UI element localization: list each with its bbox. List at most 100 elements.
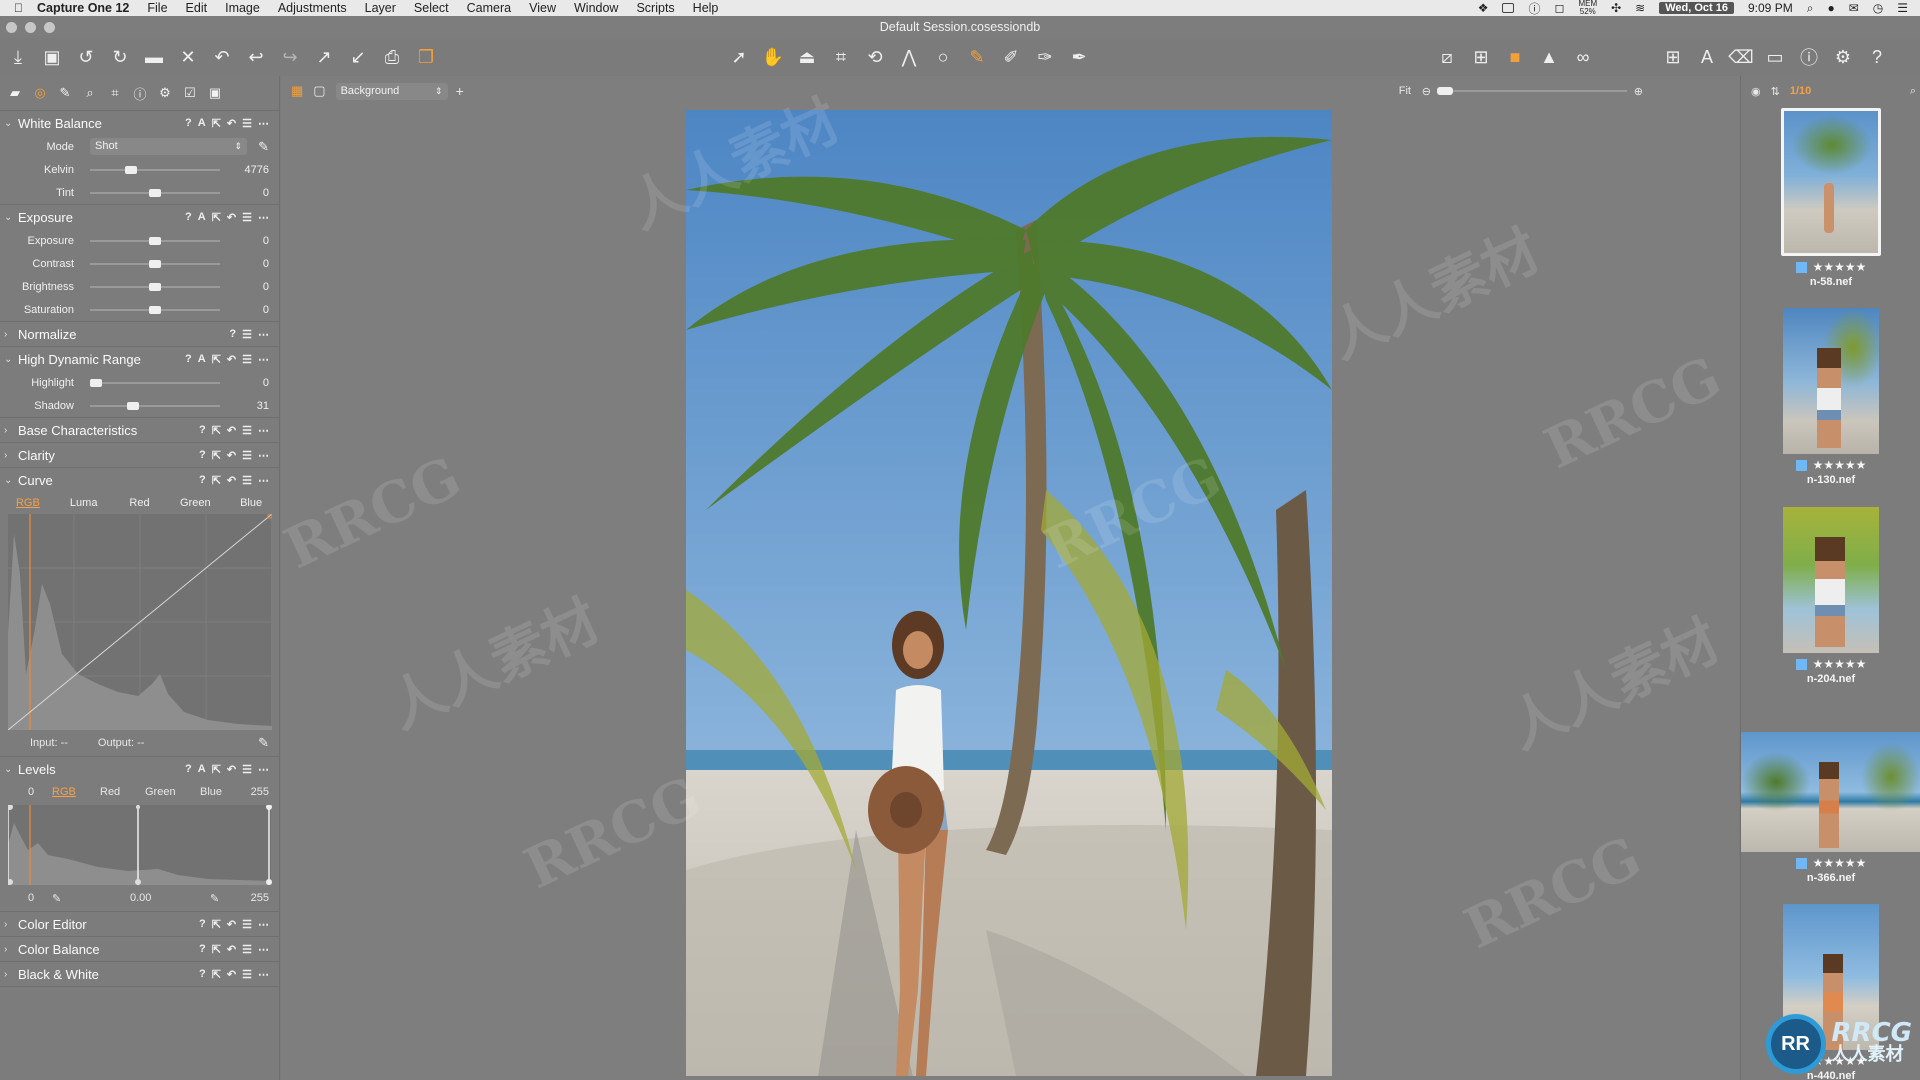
apply-adjustments-icon[interactable]: ↙ xyxy=(345,44,371,70)
menu-adjustments[interactable]: Adjustments xyxy=(269,1,356,15)
folder-move-icon[interactable]: ▬ xyxy=(141,44,167,70)
chevron-right-icon[interactable]: › xyxy=(4,425,16,436)
black-white-header[interactable]: › Black & White ? ⇱ ↶ ☰ ⋯ xyxy=(0,962,279,986)
menu-image[interactable]: Image xyxy=(216,1,269,15)
thumbnail-image[interactable] xyxy=(1781,108,1881,256)
presets-icon[interactable]: ☰ xyxy=(242,328,252,341)
output-tab-icon[interactable]: ⚙ xyxy=(156,84,174,102)
help-icon[interactable]: ? xyxy=(199,424,206,437)
copy-apply-icon[interactable]: ⇱ xyxy=(212,353,221,366)
copy-adjustments-icon[interactable]: ↗ xyxy=(311,44,337,70)
color-editor-header[interactable]: › Color Editor ? ⇱ ↶ ☰ ⋯ xyxy=(0,912,279,936)
wb-picker-icon[interactable]: ✎ xyxy=(258,139,269,155)
apple-icon[interactable]:  xyxy=(14,1,23,15)
rotate-left-icon[interactable]: ↺ xyxy=(73,44,99,70)
wechat-icon[interactable]: ✉ xyxy=(1849,1,1859,15)
base-characteristics-header[interactable]: › Base Characteristics ? ⇱ ↶ ☰ ⋯ xyxy=(0,418,279,442)
presets-icon[interactable]: ☰ xyxy=(242,474,252,487)
help-icon[interactable]: ? xyxy=(199,474,206,487)
more-icon[interactable]: ⋯ xyxy=(258,211,269,224)
text-annotation-icon[interactable]: A xyxy=(1694,44,1720,70)
exposure-value[interactable]: 0 xyxy=(263,235,269,247)
levels-tab-red[interactable]: Red xyxy=(100,786,120,798)
menu-select[interactable]: Select xyxy=(405,1,458,15)
menu-help[interactable]: Help xyxy=(684,1,728,15)
chevron-down-icon[interactable]: ⌄ xyxy=(4,764,16,775)
exposure-header[interactable]: ⌄ Exposure ? A ⇱ ↶ ☰ ⋯ xyxy=(0,205,279,229)
levels-output-high[interactable]: 255 xyxy=(251,892,269,904)
reset-icon[interactable]: ↶ xyxy=(227,353,236,366)
add-layer-icon[interactable]: + xyxy=(456,83,464,99)
zoom-slider[interactable] xyxy=(1437,87,1627,95)
reset-icon[interactable]: ↶ xyxy=(227,918,236,931)
import-icon[interactable]: ⤓ xyxy=(5,44,31,70)
chevron-right-icon[interactable]: › xyxy=(4,329,16,340)
search-icon[interactable]: ⌕ xyxy=(1910,85,1916,98)
copy-apply-icon[interactable]: ⇱ xyxy=(212,943,221,956)
kelvin-knob[interactable] xyxy=(125,166,138,174)
reset-icon[interactable]: ↶ xyxy=(227,211,236,224)
reset-icon[interactable]: ↶ xyxy=(227,117,236,130)
thumbnail-4[interactable]: ★★★★★ n-366.nef xyxy=(1741,732,1920,884)
picker-icon[interactable]: ✒ xyxy=(1066,44,1092,70)
select-cursor-icon[interactable]: ➚ xyxy=(726,44,752,70)
chevron-right-icon[interactable]: › xyxy=(4,450,16,461)
levels-header[interactable]: ⌄ Levels ? A ⇱ ↶ ☰ ⋯ xyxy=(0,757,279,781)
highlight-track[interactable] xyxy=(90,379,220,387)
date-display[interactable]: Wed, Oct 16 xyxy=(1659,2,1734,14)
auto-icon[interactable]: A xyxy=(198,353,206,366)
help-icon[interactable]: ? xyxy=(185,117,192,130)
copy-apply-icon[interactable]: ⇱ xyxy=(212,117,221,130)
local-adjust-tab-icon[interactable]: ✎ xyxy=(56,84,74,102)
menu-camera[interactable]: Camera xyxy=(458,1,520,15)
star-rating[interactable]: ★★★★★ xyxy=(1813,856,1867,870)
clock-time[interactable]: 9:09 PM xyxy=(1748,1,1793,15)
info-icon[interactable]: ⓘ xyxy=(1528,0,1540,17)
more-icon[interactable]: ⋯ xyxy=(258,968,269,981)
crop-icon[interactable]: ⌗ xyxy=(828,44,854,70)
presets-icon[interactable]: ☰ xyxy=(242,353,252,366)
chat-icon[interactable]: ◻ xyxy=(1554,1,1564,15)
metadata-tab-icon[interactable]: ⓘ xyxy=(131,84,149,102)
white-balance-header[interactable]: ⌄ White Balance ? A ⇱ ↶ ☰ ⋯ xyxy=(0,111,279,135)
brightness-value[interactable]: 0 xyxy=(263,281,269,293)
thumbnail-image[interactable] xyxy=(1741,732,1920,852)
menu-edit[interactable]: Edit xyxy=(177,1,217,15)
presets-icon[interactable]: ☰ xyxy=(242,211,252,224)
presets-icon[interactable]: ☰ xyxy=(242,943,252,956)
kelvin-value[interactable]: 4776 xyxy=(245,164,269,176)
contrast-track[interactable] xyxy=(90,260,220,268)
rotate-right-icon[interactable]: ↻ xyxy=(107,44,133,70)
tint-track[interactable] xyxy=(90,189,220,197)
loupe-icon[interactable]: ⏏ xyxy=(794,44,820,70)
auto-icon[interactable]: A xyxy=(198,211,206,224)
help-icon[interactable]: ? xyxy=(199,449,206,462)
curve-tab-rgb[interactable]: RGB xyxy=(0,497,56,509)
chevron-down-icon[interactable]: ⌄ xyxy=(4,212,16,223)
tint-value[interactable]: 0 xyxy=(263,187,269,199)
details-tab-icon[interactable]: ⌕ xyxy=(81,84,99,102)
browser-grid-icon[interactable]: ⊞ xyxy=(1660,44,1686,70)
curve-tab-luma[interactable]: Luma xyxy=(56,497,112,509)
chevron-right-icon[interactable]: › xyxy=(4,919,16,930)
curve-tab-red[interactable]: Red xyxy=(112,497,168,509)
settings-gear-icon[interactable]: ⚙ xyxy=(1830,44,1856,70)
thumbnail-2[interactable]: ★★★★★ n-130.nef xyxy=(1741,308,1920,486)
color-tag[interactable] xyxy=(1795,658,1807,670)
eye-icon[interactable]: ◉ xyxy=(1751,85,1761,98)
levels-tab-green[interactable]: Green xyxy=(145,786,176,798)
saturation-value[interactable]: 0 xyxy=(263,304,269,316)
multi-view-icon[interactable]: ▦ xyxy=(291,83,303,99)
zoom-out-icon[interactable]: ⊖ xyxy=(1422,85,1431,98)
library-tab-icon[interactable]: ▰ xyxy=(6,84,24,102)
more-icon[interactable]: ⋯ xyxy=(258,117,269,130)
main-photo[interactable] xyxy=(686,110,1332,1076)
reset-icon[interactable]: ↶ xyxy=(209,44,235,70)
sort-icon[interactable]: ⇅ xyxy=(1771,85,1780,98)
capture-camera-icon[interactable]: ▣ xyxy=(39,44,65,70)
saturation-knob[interactable] xyxy=(149,306,161,314)
presets-icon[interactable]: ☰ xyxy=(242,918,252,931)
process-icon[interactable]: ❐ xyxy=(413,44,439,70)
color-tab-icon[interactable]: ◎ xyxy=(31,84,49,102)
hdr-header[interactable]: ⌄ High Dynamic Range ? A ⇱ ↶ ☰ ⋯ xyxy=(0,347,279,371)
